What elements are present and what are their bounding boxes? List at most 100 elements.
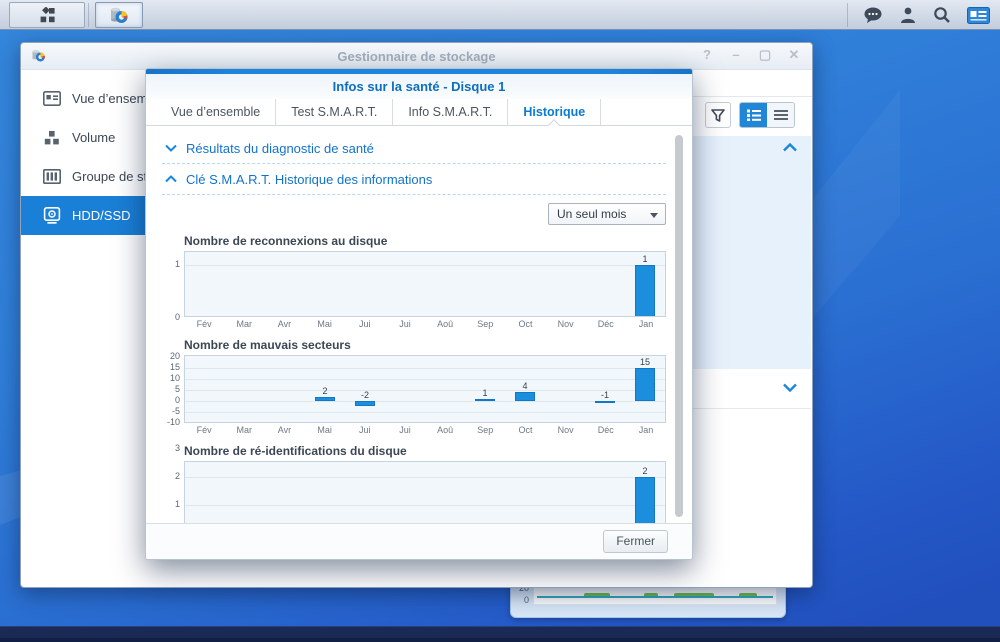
expand-panel-chevron-icon[interactable] [783,383,797,392]
x-tick-label: Oct [505,425,545,435]
main-menu-button[interactable] [9,2,85,28]
chart-reidentifications: Nombre de ré-identifications du disque 2 3… [162,444,666,523]
chart-plot: 2-214-115 [184,355,666,423]
gridline [185,368,665,369]
bar [635,368,655,401]
close-dialog-button[interactable]: Fermer [603,530,668,553]
chevron-up-icon [165,175,177,183]
bar [475,399,495,401]
view-mode-group [739,102,795,128]
user-icon[interactable] [899,6,917,24]
bar-value-label: 2 [322,386,327,396]
widget-line-bump [674,593,714,596]
y-tick-label: 15 [162,362,180,372]
period-row: Un seul mois [162,203,666,225]
scrollbar-thumb[interactable] [675,135,683,517]
bar-value-label: 15 [640,357,650,367]
chevron-down-icon [165,144,177,152]
wallpaper-bottom-edge [0,638,1000,642]
window-titlebar[interactable]: Gestionnaire de stockage [21,43,812,70]
close-button[interactable]: ✕ [786,47,802,63]
x-tick-label: Jui [345,425,385,435]
bar [635,265,655,317]
section-smart-history[interactable]: Clé S.M.A.R.T. Historique des informatio… [162,164,666,195]
bar [595,401,615,403]
view-toolbar [705,102,795,128]
y-tick-label: 0 [162,395,180,405]
widget-ytick-bottom: 0 [515,595,529,605]
x-tick-label: Jui [385,319,425,329]
sidebar-item-label: Volume [72,130,115,145]
sidebar-item-label: HDD/SSD [72,208,131,223]
y-tick-label: 5 [162,384,180,394]
y-tick-label: 2 [162,471,180,481]
desktop-screen: 2 0 0 Gestionnaire de stockage [0,0,1000,642]
x-tick-label: Avr [264,425,304,435]
bar [315,397,335,401]
tab-smart-test[interactable]: Test S.M.A.R.T. [276,99,393,125]
gridline [185,412,665,413]
dialog-header[interactable]: Infos sur la santé - Disque 1 [146,74,692,99]
chart-plot: 1 [184,251,666,317]
y-tick-label: 1 [162,259,180,269]
y-tick-label: 0 [162,312,180,322]
collapse-panel-chevron-icon[interactable] [783,143,797,152]
x-tick-label: Sep [465,319,505,329]
x-tick-label: Fév [184,319,224,329]
x-tick-label: Jan [626,425,666,435]
tab-history[interactable]: Historique [508,99,601,125]
x-tick-label: Nov [546,425,586,435]
chart-reconnections: Nombre de reconnexions au disque110FévMa… [162,234,666,329]
y-tick-label: 3 [162,443,180,453]
tab-smart-info[interactable]: Info S.M.A.R.T. [393,99,508,125]
period-select[interactable]: Un seul mois [548,203,666,225]
widget-line-bump [644,593,658,596]
dialog-footer: Fermer [146,523,692,559]
y-tick-label: -10 [162,417,180,427]
dialog-tabs: Vue d’ensemble Test S.M.A.R.T. Info S.M.… [146,99,692,126]
tab-overview[interactable]: Vue d’ensemble [156,99,276,125]
x-tick-label: Aoû [425,319,465,329]
section-label: Clé S.M.A.R.T. Historique des informatio… [186,172,432,187]
x-tick-label: Avr [264,319,304,329]
x-tick-label: Fév [184,425,224,435]
search-icon[interactable] [933,6,951,24]
hamburger-icon [774,109,788,121]
section-health-results[interactable]: Résultats du diagnostic de santé [162,133,666,164]
help-button[interactable]: ? [699,47,715,63]
storage-pool-icon [43,169,61,184]
y-tick-label: -5 [162,406,180,416]
x-tick-label: Mai [305,425,345,435]
overview-card-icon [43,91,61,106]
health-info-dialog: Infos sur la santé - Disque 1 Vue d’ense… [145,68,693,560]
dialog-body: Résultats du diagnostic de santé Clé S.M… [146,127,692,523]
bar-value-label: 4 [522,381,527,391]
main-menu-icon [39,7,56,24]
bar-value-label: 2 [642,466,647,476]
window-title: Gestionnaire de stockage [21,49,812,64]
x-tick-label: Oct [505,319,545,329]
maximize-button[interactable]: ▢ [757,47,773,63]
widget-line-series [537,596,773,598]
filter-icon [711,109,725,122]
bar [355,401,375,405]
window-controls: ? – ▢ ✕ [699,47,802,63]
bar [635,477,655,523]
y-tick-label: 1 [162,499,180,509]
y-tick-label: 10 [162,373,180,383]
widgets-icon[interactable] [967,7,990,24]
storage-manager-taskbar-button[interactable] [95,2,143,28]
dialog-scrollbar[interactable] [675,135,683,519]
list-view-icon [747,109,761,121]
filter-button[interactable] [705,102,731,128]
chart-title: Nombre de ré-identifications du disque [184,444,666,458]
list-view-button[interactable] [740,103,767,127]
gridline [185,379,665,380]
gridline [185,265,665,266]
detail-view-button[interactable] [767,103,794,127]
notifications-icon[interactable] [863,6,883,24]
minimize-button[interactable]: – [728,47,744,63]
x-axis-labels: FévMarAvrMaiJuiJuiAoûSepOctNovDécJan [184,319,666,329]
bar-value-label: -1 [601,390,609,400]
disk-icon [43,207,61,224]
